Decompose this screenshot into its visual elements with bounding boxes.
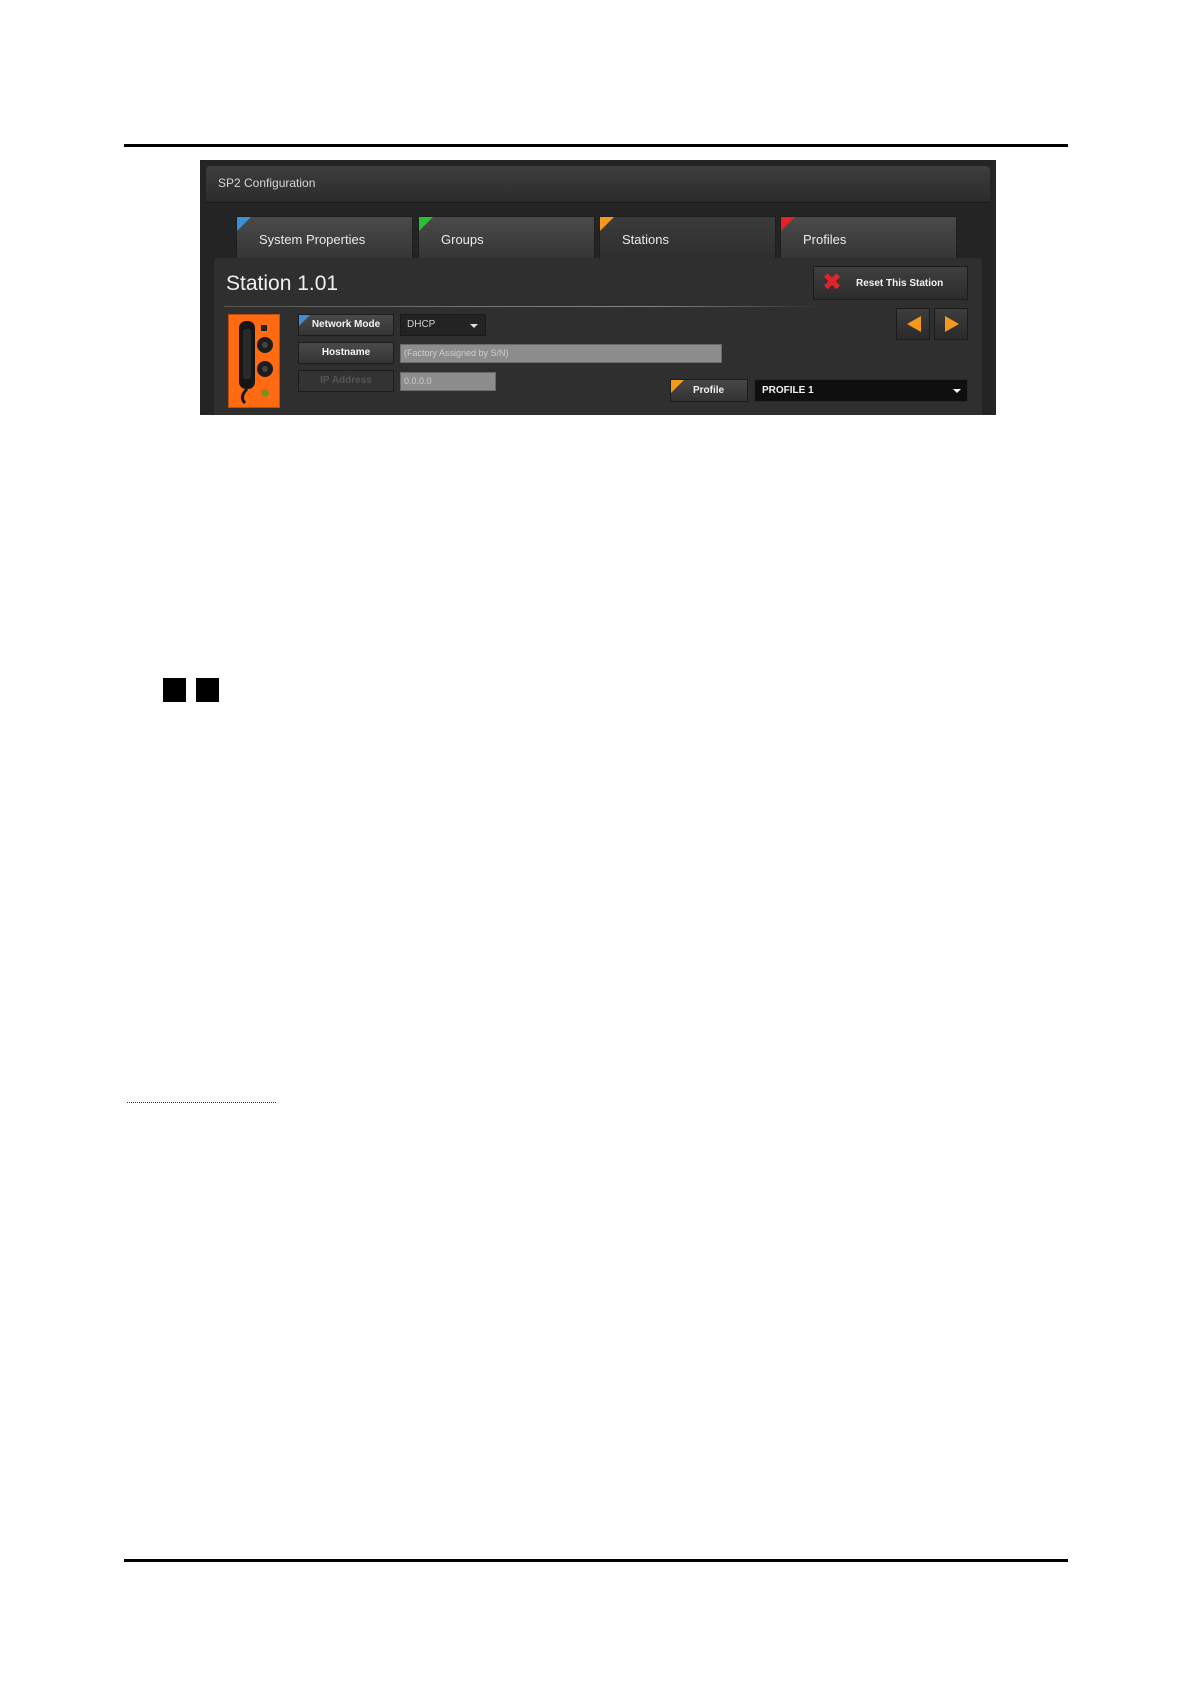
hostname-label: Hostname bbox=[321, 347, 371, 358]
ip-address-value: 0.0.0.0 bbox=[404, 376, 432, 386]
arrow-right-icon bbox=[945, 316, 959, 332]
bottom-rule bbox=[124, 1559, 1068, 1562]
previous-station-button[interactable] bbox=[896, 308, 930, 340]
field-color-indicator bbox=[671, 380, 684, 393]
tab-label: Groups bbox=[441, 232, 484, 247]
tab-profiles[interactable]: Profiles bbox=[780, 216, 957, 258]
network-mode-label: Network Mode bbox=[311, 319, 381, 330]
tab-color-indicator bbox=[419, 217, 433, 231]
hostname-button[interactable]: Hostname bbox=[298, 342, 394, 364]
square-marker bbox=[163, 678, 186, 702]
window-header: SP2 Configuration bbox=[206, 166, 990, 203]
window-title: SP2 Configuration bbox=[218, 176, 316, 190]
profile-value: PROFILE 1 bbox=[762, 385, 814, 396]
tab-label: Stations bbox=[622, 232, 669, 247]
ip-address-button: IP Address bbox=[298, 370, 394, 392]
reset-station-button[interactable]: ✖ Reset This Station bbox=[813, 266, 968, 300]
title-divider bbox=[224, 306, 824, 307]
top-rule bbox=[124, 144, 1068, 147]
tab-system-properties[interactable]: System Properties bbox=[236, 216, 413, 258]
close-x-icon: ✖ bbox=[822, 269, 843, 296]
telephone-icon bbox=[239, 321, 273, 405]
tab-label: Profiles bbox=[803, 232, 847, 247]
hostname-placeholder: (Factory Assigned by S/N) bbox=[404, 348, 509, 358]
arrow-left-icon bbox=[907, 316, 921, 332]
field-color-indicator bbox=[299, 315, 310, 326]
tab-groups[interactable]: Groups bbox=[418, 216, 595, 258]
tab-label: System Properties bbox=[259, 232, 366, 247]
profile-button[interactable]: Profile bbox=[670, 379, 748, 402]
tab-color-indicator bbox=[781, 217, 795, 231]
ip-address-label: IP Address bbox=[320, 375, 372, 386]
chevron-down-icon bbox=[470, 324, 478, 328]
tab-stations[interactable]: Stations bbox=[599, 216, 776, 258]
tab-color-indicator bbox=[600, 217, 614, 231]
ip-address-input: 0.0.0.0 bbox=[400, 372, 496, 391]
station-title: Station 1.01 bbox=[226, 272, 339, 295]
next-station-button[interactable] bbox=[934, 308, 968, 340]
chevron-down-icon bbox=[953, 389, 961, 393]
network-mode-select[interactable]: DHCP bbox=[400, 314, 486, 336]
sp2-config-screenshot: SP2 Configuration System Properties Grou… bbox=[200, 160, 996, 415]
profile-label: Profile bbox=[693, 385, 725, 396]
network-mode-button[interactable]: Network Mode bbox=[298, 314, 394, 336]
station-panel: Station 1.01 ✖ Reset This Station Networ… bbox=[214, 258, 982, 415]
tab-color-indicator bbox=[237, 217, 251, 231]
hostname-input[interactable]: (Factory Assigned by S/N) bbox=[400, 344, 722, 363]
square-marker bbox=[196, 678, 219, 702]
reset-station-label: Reset This Station bbox=[856, 278, 944, 289]
footnote-separator bbox=[127, 1102, 276, 1103]
profile-select[interactable]: PROFILE 1 bbox=[754, 379, 968, 402]
network-mode-value: DHCP bbox=[407, 319, 436, 330]
station-telephone-image bbox=[228, 314, 280, 408]
